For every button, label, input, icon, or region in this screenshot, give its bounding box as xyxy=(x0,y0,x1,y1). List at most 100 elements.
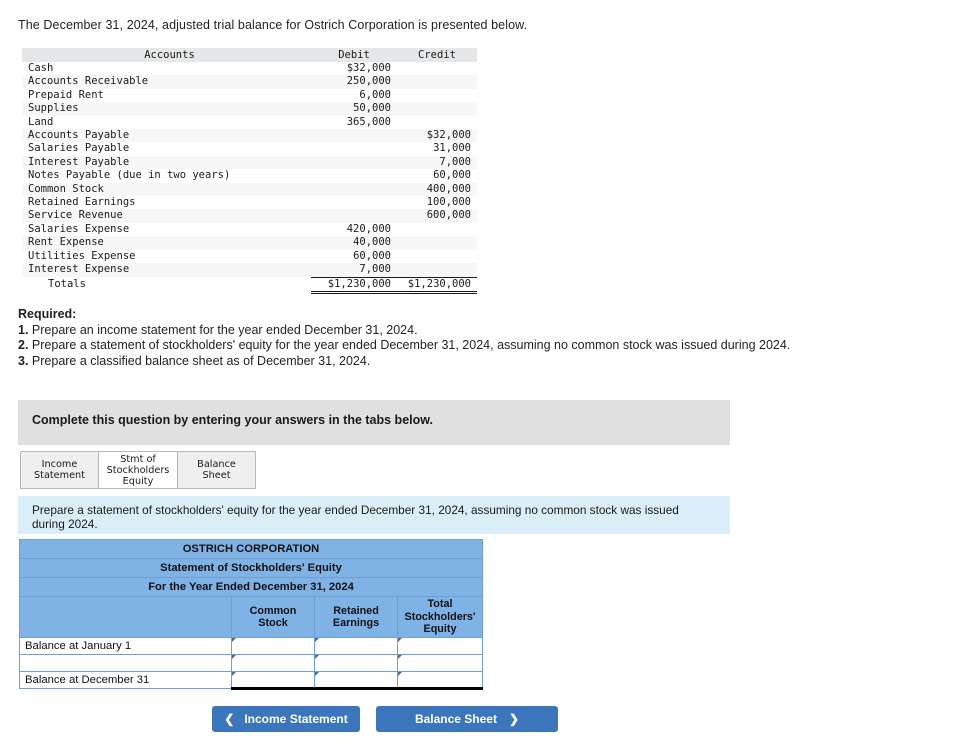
prev-button-label: Income Statement xyxy=(244,712,348,726)
table-row: Prepaid Rent 6,000 xyxy=(22,88,477,103)
dropdown-triangle-icon xyxy=(398,638,402,642)
complete-question-banner: Complete this question by entering your … xyxy=(18,400,730,445)
tb-debit xyxy=(311,155,397,170)
tab-instruction-banner: Prepare a statement of stockholders' equ… xyxy=(18,496,730,534)
table-row: Salaries Payable 31,000 xyxy=(22,142,477,156)
table-row: Service Revenue 600,000 xyxy=(22,209,477,223)
input-common-stock-row-1[interactable] xyxy=(231,637,315,655)
tb-credit xyxy=(397,102,477,116)
tb-debit: $32,000 xyxy=(311,62,397,76)
tb-account: Cash xyxy=(22,62,311,76)
tb-account: Salaries Expense xyxy=(22,222,311,237)
next-balance-sheet-button[interactable]: Balance Sheet ❯ xyxy=(376,706,558,732)
answer-tabs: Income Statement Stmt of Stockholders Eq… xyxy=(20,451,256,489)
input-retained-earnings-row-3[interactable] xyxy=(314,671,398,690)
col-header-blank xyxy=(19,596,232,638)
table-row: Rent Expense 40,000 xyxy=(22,236,477,250)
tb-credit xyxy=(397,62,477,76)
answer-statement-name: Statement of Stockholders' Equity xyxy=(19,558,483,578)
tb-credit: 100,000 xyxy=(397,196,477,210)
table-row: Interest Expense 7,000 xyxy=(22,263,477,277)
row-label-balance-january[interactable]: Balance at January 1 xyxy=(19,637,232,655)
required-item-1: 1. Prepare an income statement for the y… xyxy=(18,323,808,339)
complete-question-text: Complete this question by entering your … xyxy=(32,413,433,427)
chevron-right-icon: ❯ xyxy=(508,712,520,726)
tb-account: Common Stock xyxy=(22,182,311,197)
table-row: Common Stock 400,000 xyxy=(22,182,477,197)
input-retained-earnings-row-1[interactable] xyxy=(314,637,398,655)
input-total-equity-row-2[interactable] xyxy=(397,654,483,672)
dropdown-triangle-icon xyxy=(232,655,236,659)
tb-debit: 40,000 xyxy=(311,236,397,250)
tb-credit: 60,000 xyxy=(397,169,477,183)
stockholders-equity-answer-table: OSTRICH CORPORATION Statement of Stockho… xyxy=(19,539,483,690)
tb-account: Notes Payable (due in two years) xyxy=(22,169,311,183)
tb-debit xyxy=(311,196,397,210)
table-row: Accounts Payable $32,000 xyxy=(22,129,477,143)
tb-credit: 31,000 xyxy=(397,142,477,156)
answer-period: For the Year Ended December 31, 2024 xyxy=(19,577,483,597)
input-common-stock-row-3[interactable] xyxy=(231,671,315,690)
prev-income-statement-button[interactable]: ❮ Income Statement xyxy=(212,706,360,732)
table-row: Cash $32,000 xyxy=(22,62,477,76)
tb-account: Service Revenue xyxy=(22,209,311,223)
tb-credit xyxy=(397,249,477,264)
tab-instruction-text: Prepare a statement of stockholders' equ… xyxy=(32,503,679,531)
input-total-equity-row-1[interactable] xyxy=(397,637,483,655)
required-item-3-number: 3. xyxy=(18,353,29,368)
tab-income-statement[interactable]: Income Statement xyxy=(20,451,99,489)
table-row xyxy=(19,654,483,672)
trial-balance-header-row: Accounts Debit Credit xyxy=(22,48,477,62)
required-item-2-text: Prepare a statement of stockholders' equ… xyxy=(28,338,791,353)
tb-account: Interest Payable xyxy=(22,155,311,170)
tb-credit: $32,000 xyxy=(397,129,477,143)
table-row: Notes Payable (due in two years) 60,000 xyxy=(22,169,477,183)
tb-debit: 7,000 xyxy=(311,263,397,277)
table-row: Salaries Expense 420,000 xyxy=(22,222,477,237)
tb-debit xyxy=(311,129,397,143)
tb-account: Interest Expense xyxy=(22,263,311,277)
answer-company-name: OSTRICH CORPORATION xyxy=(19,539,483,559)
dropdown-triangle-icon xyxy=(398,672,402,676)
tb-totals-label: Totals xyxy=(22,277,311,293)
row-label-blank[interactable] xyxy=(19,654,232,672)
tb-credit xyxy=(397,236,477,250)
th-credit: Credit xyxy=(397,48,477,62)
answer-column-header-row: Common Stock Retained Earnings Total Sto… xyxy=(19,596,483,638)
tb-account: Prepaid Rent xyxy=(22,88,311,103)
tb-debit: 365,000 xyxy=(311,115,397,130)
intro-text: The December 31, 2024, adjusted trial ba… xyxy=(18,18,528,32)
input-total-equity-row-3[interactable] xyxy=(397,671,483,690)
tb-debit: 60,000 xyxy=(311,249,397,264)
required-item-1-number: 1. xyxy=(18,322,29,337)
tab-balance-sheet[interactable]: Balance Sheet xyxy=(177,451,256,489)
th-accounts: Accounts xyxy=(22,48,311,62)
tb-credit: 400,000 xyxy=(397,182,477,197)
tb-debit xyxy=(311,182,397,197)
tb-debit xyxy=(311,142,397,156)
answer-title-row-2: Statement of Stockholders' Equity xyxy=(19,558,483,578)
answer-title-row-1: OSTRICH CORPORATION xyxy=(19,539,483,559)
tb-credit xyxy=(397,88,477,103)
tb-account: Utilities Expense xyxy=(22,249,311,264)
tb-credit xyxy=(397,263,477,277)
table-row: Land 365,000 xyxy=(22,115,477,130)
tab-stmt-stockholders-equity[interactable]: Stmt of Stockholders Equity xyxy=(98,451,178,489)
required-section: Required: 1. Prepare an income statement… xyxy=(18,307,808,369)
tb-account: Accounts Payable xyxy=(22,129,311,143)
dropdown-triangle-icon xyxy=(232,672,236,676)
dropdown-triangle-icon xyxy=(398,655,402,659)
table-row: Balance at December 31 xyxy=(19,671,483,690)
tb-credit xyxy=(397,75,477,89)
tb-debit: 250,000 xyxy=(311,75,397,89)
trial-balance-table: Accounts Debit Credit Cash $32,000 Accou… xyxy=(22,48,477,294)
dropdown-triangle-icon xyxy=(315,672,319,676)
dropdown-triangle-icon xyxy=(315,638,319,642)
tb-totals-credit: $1,230,000 xyxy=(397,276,477,294)
input-retained-earnings-row-2[interactable] xyxy=(314,654,398,672)
tb-account: Retained Earnings xyxy=(22,196,311,210)
row-label-balance-december[interactable]: Balance at December 31 xyxy=(19,671,232,689)
input-common-stock-row-2[interactable] xyxy=(231,654,315,672)
required-item-2-number: 2. xyxy=(18,338,29,353)
tb-totals-debit: $1,230,000 xyxy=(311,276,397,294)
